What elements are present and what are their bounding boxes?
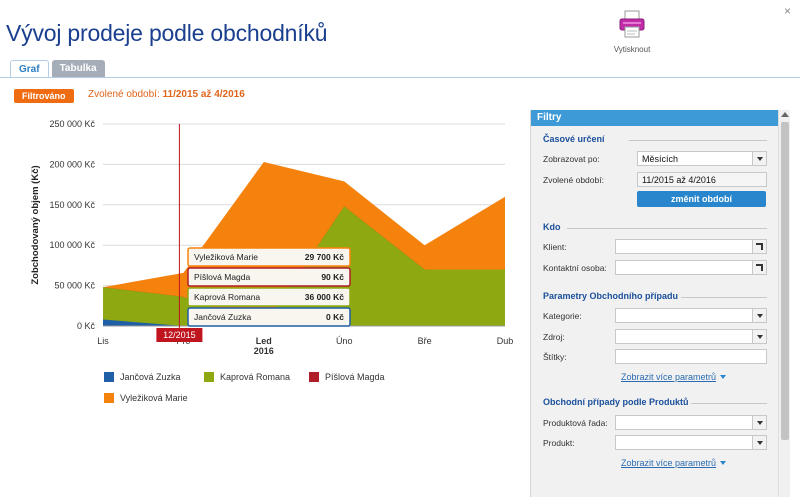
legend-item[interactable]: Píšlová Magda	[309, 372, 385, 382]
crosshair-label: 12/2015	[163, 330, 196, 340]
chevron-down-icon[interactable]	[752, 436, 766, 449]
tooltip-value: 36 000 Kč	[305, 292, 344, 302]
legend-swatch	[204, 372, 214, 382]
period-field: 11/2015 až 4/2016	[637, 172, 767, 187]
sales-area-chart[interactable]: 0 Kč 50 000 Kč 100 000 Kč 150 000 Kč 200 000…	[0, 110, 525, 372]
legend-swatch	[104, 393, 114, 403]
y-tick-label: 150 000 Kč	[49, 200, 95, 210]
scroll-up-icon[interactable]	[781, 112, 789, 117]
product-label: Produkt:	[543, 438, 575, 448]
product-line-select[interactable]	[615, 415, 767, 430]
tooltip-value: 0 Kč	[326, 312, 344, 322]
x-tick-label: Úno	[336, 336, 353, 346]
legend-item[interactable]: Kaprová Romana	[204, 372, 290, 382]
client-field[interactable]	[615, 239, 767, 254]
y-tick-label: 0 Kč	[77, 321, 96, 331]
x-tick-label: Lis	[97, 336, 109, 346]
contact-label: Kontaktní osoba:	[543, 263, 607, 273]
display-by-select[interactable]: Měsících	[637, 151, 767, 166]
legend-label: Vyležiková Marie	[120, 393, 188, 403]
section-who-title: Kdo	[543, 222, 561, 232]
legend-label: Kaprová Romana	[220, 372, 291, 382]
chevron-down-icon[interactable]	[752, 152, 766, 165]
tooltip-name: Vyležiková Marie	[194, 252, 258, 262]
product-line-label: Produktová řada:	[543, 418, 608, 428]
filters-panel: Filtry Časové určení Zobrazovat po: Měsí…	[530, 110, 779, 497]
source-label: Zdroj:	[543, 332, 565, 342]
y-tick-label: 200 000 Kč	[49, 159, 95, 169]
change-period-button[interactable]: změnit období	[637, 191, 766, 207]
x-tick-label: Dub	[497, 336, 514, 346]
y-tick-label: 50 000 Kč	[54, 281, 95, 291]
more-params-label: Zobrazit více parametrů	[621, 372, 717, 382]
legend-label: Jančová Zuzka	[120, 372, 181, 382]
more-products-link[interactable]: Zobrazit více parametrů	[621, 458, 727, 468]
tooltip-name: Píšlová Magda	[194, 272, 250, 282]
client-label: Klient:	[543, 242, 567, 252]
x-tick-label: Bře	[418, 336, 432, 346]
y-axis-title: Zobchodovaný objem (Kč)	[30, 165, 41, 284]
scroll-thumb[interactable]	[781, 122, 789, 440]
y-tick-label: 250 000 Kč	[49, 119, 95, 129]
tags-label: Štítky:	[543, 352, 567, 362]
legend-swatch	[309, 372, 319, 382]
divider	[691, 403, 767, 404]
filters-scrollbar[interactable]	[778, 110, 790, 497]
more-products-label: Zobrazit více parametrů	[621, 458, 717, 468]
print-label: Vytisknout	[613, 45, 651, 54]
display-by-label: Zobrazovat po:	[543, 154, 600, 164]
filter-status-badge: Filtrováno	[14, 89, 74, 103]
page-title: Vývoj prodeje podle obchodníků	[6, 20, 328, 46]
legend-item[interactable]: Vyležiková Marie	[104, 393, 188, 403]
display-by-value: Měsících	[642, 154, 679, 164]
section-params-title: Parametry Obchodního případu	[543, 291, 679, 301]
tooltip-name: Jančová Zuzka	[194, 312, 251, 322]
picker-icon[interactable]	[752, 240, 766, 253]
x-year-label: 2016	[254, 346, 274, 356]
filters-header: Filtry	[531, 110, 779, 126]
chevron-down-icon[interactable]	[752, 309, 766, 322]
chevron-down-icon	[720, 461, 727, 465]
tags-input[interactable]	[615, 349, 767, 364]
divider	[567, 228, 767, 229]
period-label: Zvolené období:	[543, 175, 604, 185]
product-select[interactable]	[615, 435, 767, 450]
chevron-down-icon	[720, 375, 727, 379]
tab-bar: Graf Tabulka	[10, 60, 105, 78]
printer-icon	[619, 10, 645, 38]
selected-period-prefix: Zvolené období:	[88, 89, 160, 100]
period-value: 11/2015 až 4/2016	[642, 175, 716, 185]
tab-divider	[0, 77, 800, 78]
divider	[681, 297, 767, 298]
more-params-link[interactable]: Zobrazit více parametrů	[621, 372, 727, 382]
tooltip-name: Kaprová Romana	[194, 292, 260, 302]
legend-item[interactable]: Jančová Zuzka	[104, 372, 181, 382]
chevron-down-icon[interactable]	[752, 416, 766, 429]
legend-label: Píšlová Magda	[325, 372, 385, 382]
category-label: Kategorie:	[543, 311, 582, 321]
chevron-down-icon[interactable]	[752, 330, 766, 343]
divider	[629, 140, 767, 141]
section-products-title: Obchodní případy podle Produktů	[543, 397, 689, 407]
selected-period: Zvolené období: 11/2015 až 4/2016	[88, 89, 245, 100]
close-icon[interactable]: ×	[784, 4, 791, 18]
selected-period-value: 11/2015 až 4/2016	[162, 89, 245, 100]
tooltip-value: 29 700 Kč	[305, 252, 344, 262]
tab-graf[interactable]: Graf	[10, 60, 49, 78]
category-select[interactable]	[615, 308, 767, 323]
y-tick-label: 100 000 Kč	[49, 240, 95, 250]
x-tick-label: Led	[256, 336, 272, 346]
print-button[interactable]: Vytisknout	[608, 10, 656, 54]
picker-icon[interactable]	[752, 261, 766, 274]
tooltip-value: 90 Kč	[321, 272, 344, 282]
source-select[interactable]	[615, 329, 767, 344]
section-time-title: Časové určení	[543, 134, 605, 144]
legend-swatch	[104, 372, 114, 382]
tab-tabulka[interactable]: Tabulka	[51, 60, 105, 77]
contact-field[interactable]	[615, 260, 767, 275]
